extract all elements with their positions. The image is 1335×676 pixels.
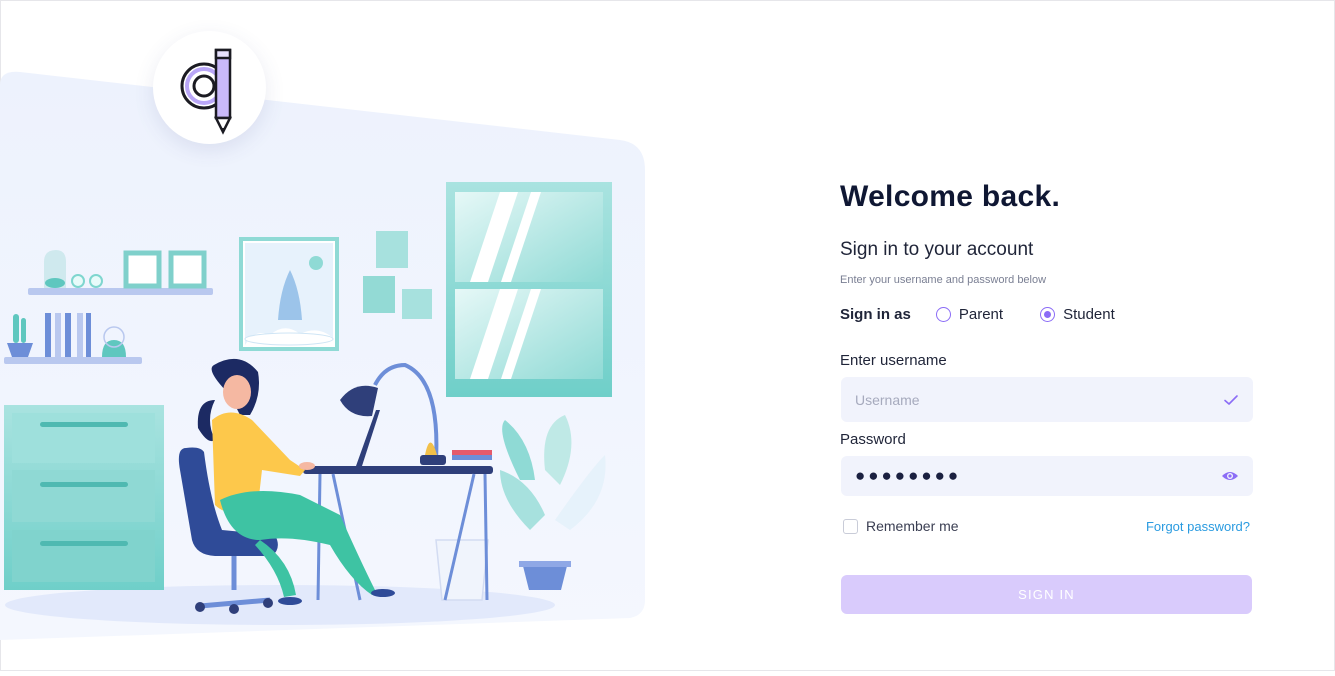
pencil-q-logo-icon	[180, 48, 232, 135]
plant-pot	[523, 566, 567, 590]
username-placeholder: Username	[855, 391, 920, 408]
remember-me[interactable]: Remember me	[843, 518, 959, 534]
eye-icon[interactable]	[1221, 469, 1239, 483]
role-selector-label: Sign in as	[840, 306, 911, 323]
wastebasket	[435, 539, 489, 601]
role-option-student[interactable]: Student	[1040, 306, 1115, 323]
book-2	[55, 313, 61, 357]
desk-top	[303, 466, 493, 474]
upper-shelf	[28, 288, 213, 295]
lower-shelf	[4, 357, 142, 364]
radio-button-student[interactable]	[1040, 307, 1056, 322]
login-form: Welcome back. Sign in to your account En…	[840, 180, 1255, 614]
role-option-label: Student	[1063, 306, 1115, 323]
workspace-illustration	[0, 71, 645, 640]
password-value: ●●●●●●●●	[855, 466, 962, 485]
role-selector: Sign in as Parent Student	[840, 306, 1152, 323]
password-label: Password	[840, 431, 906, 448]
username-label: Enter username	[840, 352, 947, 369]
hero-illustration	[0, 0, 660, 671]
radio-button-parent[interactable]	[935, 307, 951, 322]
frame-small-2	[168, 250, 207, 289]
wall-note-3	[402, 289, 432, 319]
book-4	[77, 313, 83, 357]
remember-me-label: Remember me	[866, 518, 959, 534]
signin-subtitle: Sign in to your account	[840, 239, 1034, 260]
role-option-parent[interactable]: Parent	[935, 306, 1004, 323]
role-option-label: Parent	[958, 306, 1004, 323]
welcome-heading: Welcome back.	[840, 180, 1061, 213]
remember-me-checkbox[interactable]	[843, 518, 858, 534]
check-icon	[1224, 394, 1238, 405]
book-1	[45, 313, 51, 357]
wall-note-2	[363, 276, 395, 313]
app-logo	[153, 31, 266, 144]
wall-note-1	[376, 231, 408, 268]
frame-small-1	[123, 250, 162, 289]
signin-helper-text: Enter your username and password below	[840, 274, 1047, 286]
forgot-password-link[interactable]: Forgot password?	[1146, 519, 1250, 534]
username-input[interactable]: Username	[841, 377, 1253, 422]
book-5	[86, 313, 91, 357]
sign-in-button[interactable]: SIGN IN	[841, 575, 1252, 614]
password-input[interactable]: ●●●●●●●●	[841, 456, 1253, 496]
book-3	[65, 313, 71, 357]
